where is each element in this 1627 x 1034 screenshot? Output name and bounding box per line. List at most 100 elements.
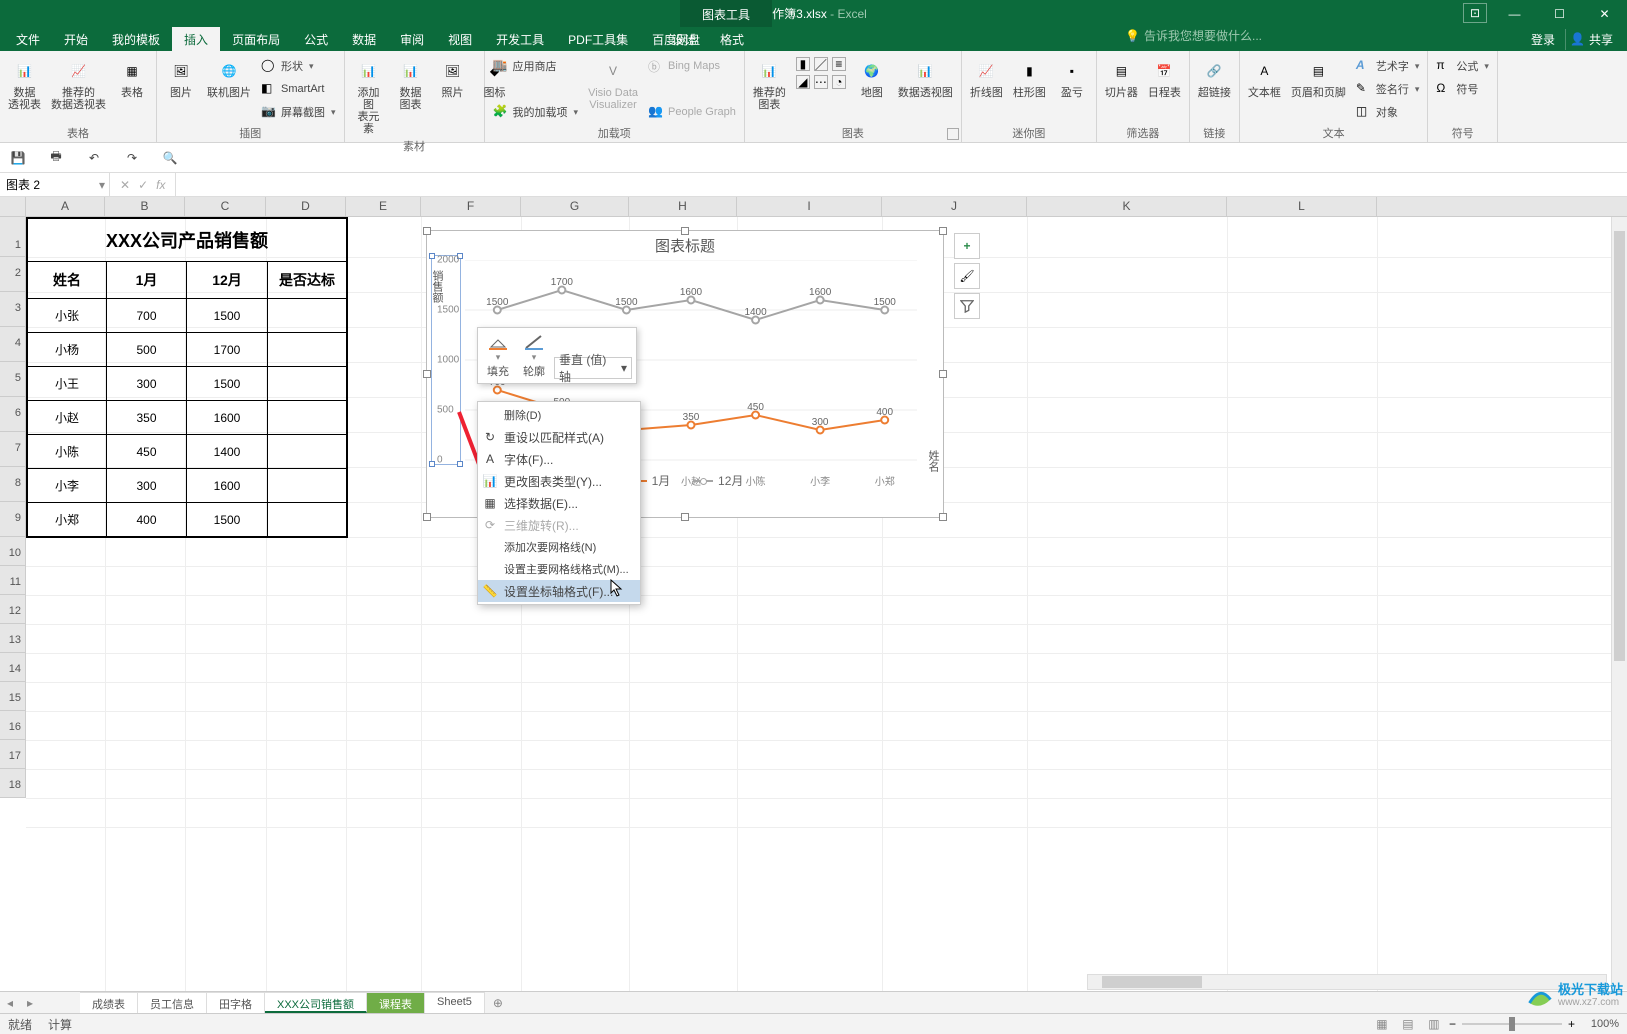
recommended-pivot-button[interactable]: 📈推荐的 数据透视表	[47, 53, 110, 113]
chart-element-selector[interactable]: 垂直 (值) 轴▾	[554, 357, 632, 379]
screenshot-button[interactable]: 📷屏幕截图	[257, 101, 340, 123]
bar-chart-icon[interactable]: ≡	[832, 57, 846, 71]
sheet-tab[interactable]: 田字格	[207, 992, 265, 1013]
dialog-launcher[interactable]	[947, 128, 959, 140]
tab-pdf[interactable]: PDF工具集	[556, 27, 640, 51]
chart-filters-button[interactable]	[954, 293, 980, 319]
bingmaps-button[interactable]: ⓑBing Maps	[644, 55, 740, 77]
row-header-15[interactable]: 15	[0, 682, 26, 711]
area-chart-icon[interactable]: ◢	[796, 75, 810, 89]
row-header-14[interactable]: 14	[0, 653, 26, 682]
new-sheet-button[interactable]: ⊕	[485, 992, 511, 1013]
tab-page-layout[interactable]: 页面布局	[220, 27, 292, 51]
recommended-charts-button[interactable]: 📊推荐的 图表	[749, 53, 790, 113]
resize-handle[interactable]	[681, 227, 689, 235]
cells-area[interactable]: XXX公司产品销售额 姓名 1月 12月 是否达标 小张7001500小杨500…	[26, 217, 1627, 1014]
col-header-C[interactable]: C	[185, 197, 266, 216]
fill-button[interactable]: ▾ 填充	[482, 332, 514, 379]
column-chart-icon[interactable]: ▮	[796, 57, 810, 71]
hyperlink-button[interactable]: 🔗超链接	[1194, 53, 1235, 101]
row-header-16[interactable]: 16	[0, 711, 26, 740]
row-header-4[interactable]: 4	[0, 327, 26, 362]
tab-formulas[interactable]: 公式	[292, 27, 340, 51]
resize-handle[interactable]	[423, 370, 431, 378]
vertical-scrollbar[interactable]	[1611, 217, 1627, 990]
peoplegraph-button[interactable]: 👥People Graph	[644, 101, 740, 123]
page-layout-view-button[interactable]: ▤	[1397, 1015, 1419, 1033]
enter-formula-button[interactable]: ✓	[138, 178, 148, 192]
row-header-7[interactable]: 7	[0, 432, 26, 467]
undo-button[interactable]: ↶	[84, 148, 104, 168]
sparkline-line-button[interactable]: 📈折线图	[966, 53, 1007, 101]
col-header-F[interactable]: F	[421, 197, 521, 216]
photo-button[interactable]: 🖼照片	[433, 53, 473, 101]
menu-add-minor-gridlines[interactable]: 添加次要网格线(N)	[478, 536, 640, 558]
chart-elements-button[interactable]: +	[954, 233, 980, 259]
tab-developer[interactable]: 开发工具	[484, 27, 556, 51]
visio-button[interactable]: VVisio Data Visualizer	[584, 53, 642, 113]
row-header-8[interactable]: 8	[0, 467, 26, 502]
insert-function-button[interactable]: fx	[156, 178, 165, 192]
scrollbar-thumb[interactable]	[1102, 976, 1202, 988]
prev-sheet-button[interactable]: ◂	[0, 992, 20, 1013]
resize-handle[interactable]	[939, 370, 947, 378]
row-header-9[interactable]: 9	[0, 502, 26, 537]
table-button[interactable]: ▦表格	[112, 53, 152, 101]
slicer-button[interactable]: ▤切片器	[1101, 53, 1142, 101]
col-header-K[interactable]: K	[1027, 197, 1227, 216]
row-header-10[interactable]: 10	[0, 537, 26, 566]
smartart-button[interactable]: ◧SmartArt	[257, 78, 340, 100]
pivot-table-button[interactable]: 📊数据 透视表	[4, 53, 45, 113]
chart-title[interactable]: 图表标题	[427, 231, 943, 260]
resize-handle[interactable]	[939, 227, 947, 235]
tab-insert[interactable]: 插入	[172, 27, 220, 51]
col-header-H[interactable]: H	[629, 197, 737, 216]
zoom-out-button[interactable]: −	[1449, 1017, 1456, 1031]
resize-handle[interactable]	[939, 513, 947, 521]
row-header-18[interactable]: 18	[0, 769, 26, 798]
shapes-button[interactable]: ◯形状	[257, 55, 340, 77]
col-header-B[interactable]: B	[105, 197, 185, 216]
scatter-chart-icon[interactable]: ⋯	[814, 75, 828, 89]
sheet-tab-colored[interactable]: 课程表	[367, 992, 425, 1013]
tell-me-input[interactable]: 💡 告诉我您想要做什么...	[1125, 27, 1262, 44]
sheet-tab[interactable]: 员工信息	[138, 992, 207, 1013]
line-chart-icon[interactable]: ／	[814, 57, 828, 71]
data-chart-button[interactable]: 📊数据图表	[391, 53, 431, 113]
add-chart-element-button[interactable]: 📊添加图表元素	[349, 53, 389, 137]
equation-button[interactable]: π公式	[1432, 55, 1493, 77]
zoom-slider[interactable]: − +	[1449, 1017, 1575, 1031]
scrollbar-thumb[interactable]	[1614, 231, 1625, 661]
select-all-corner[interactable]	[0, 197, 26, 217]
tab-file[interactable]: 文件	[4, 27, 52, 51]
menu-font[interactable]: A字体(F)...	[478, 448, 640, 470]
login-button[interactable]: 登录	[1523, 29, 1563, 50]
col-header-A[interactable]: A	[26, 197, 105, 216]
name-box[interactable]: 图表 2▾	[0, 173, 110, 197]
zoom-thumb[interactable]	[1509, 1017, 1515, 1031]
tab-data[interactable]: 数据	[340, 27, 388, 51]
sheet-tab[interactable]: Sheet5	[425, 992, 485, 1013]
col-header-G[interactable]: G	[521, 197, 629, 216]
resize-handle[interactable]	[423, 227, 431, 235]
pictures-button[interactable]: 🖼图片	[161, 53, 201, 101]
menu-select-data[interactable]: ▦选择数据(E)...	[478, 492, 640, 514]
col-header-I[interactable]: I	[737, 197, 882, 216]
maximize-button[interactable]: ☐	[1537, 0, 1582, 27]
zoom-in-button[interactable]: +	[1568, 1017, 1575, 1031]
col-header-J[interactable]: J	[882, 197, 1027, 216]
minimize-button[interactable]: —	[1492, 0, 1537, 27]
chart-styles-button[interactable]: 🖌	[954, 263, 980, 289]
object-button[interactable]: ◫对象	[1352, 101, 1424, 123]
symbol-button[interactable]: Ω符号	[1432, 78, 1493, 100]
close-button[interactable]: ✕	[1582, 0, 1627, 27]
menu-reset-style[interactable]: ↻重设以匹配样式(A)	[478, 426, 640, 448]
page-break-view-button[interactable]: ▥	[1423, 1015, 1445, 1033]
pie-chart-icon[interactable]: ◔	[832, 75, 846, 89]
row-header-17[interactable]: 17	[0, 740, 26, 769]
next-sheet-button[interactable]: ▸	[20, 992, 40, 1013]
timeline-button[interactable]: 📅日程表	[1144, 53, 1185, 101]
row-header-13[interactable]: 13	[0, 624, 26, 653]
headerfooter-button[interactable]: ▤页眉和页脚	[1287, 53, 1350, 101]
sheet-tab-active[interactable]: XXX公司销售额	[265, 992, 367, 1013]
